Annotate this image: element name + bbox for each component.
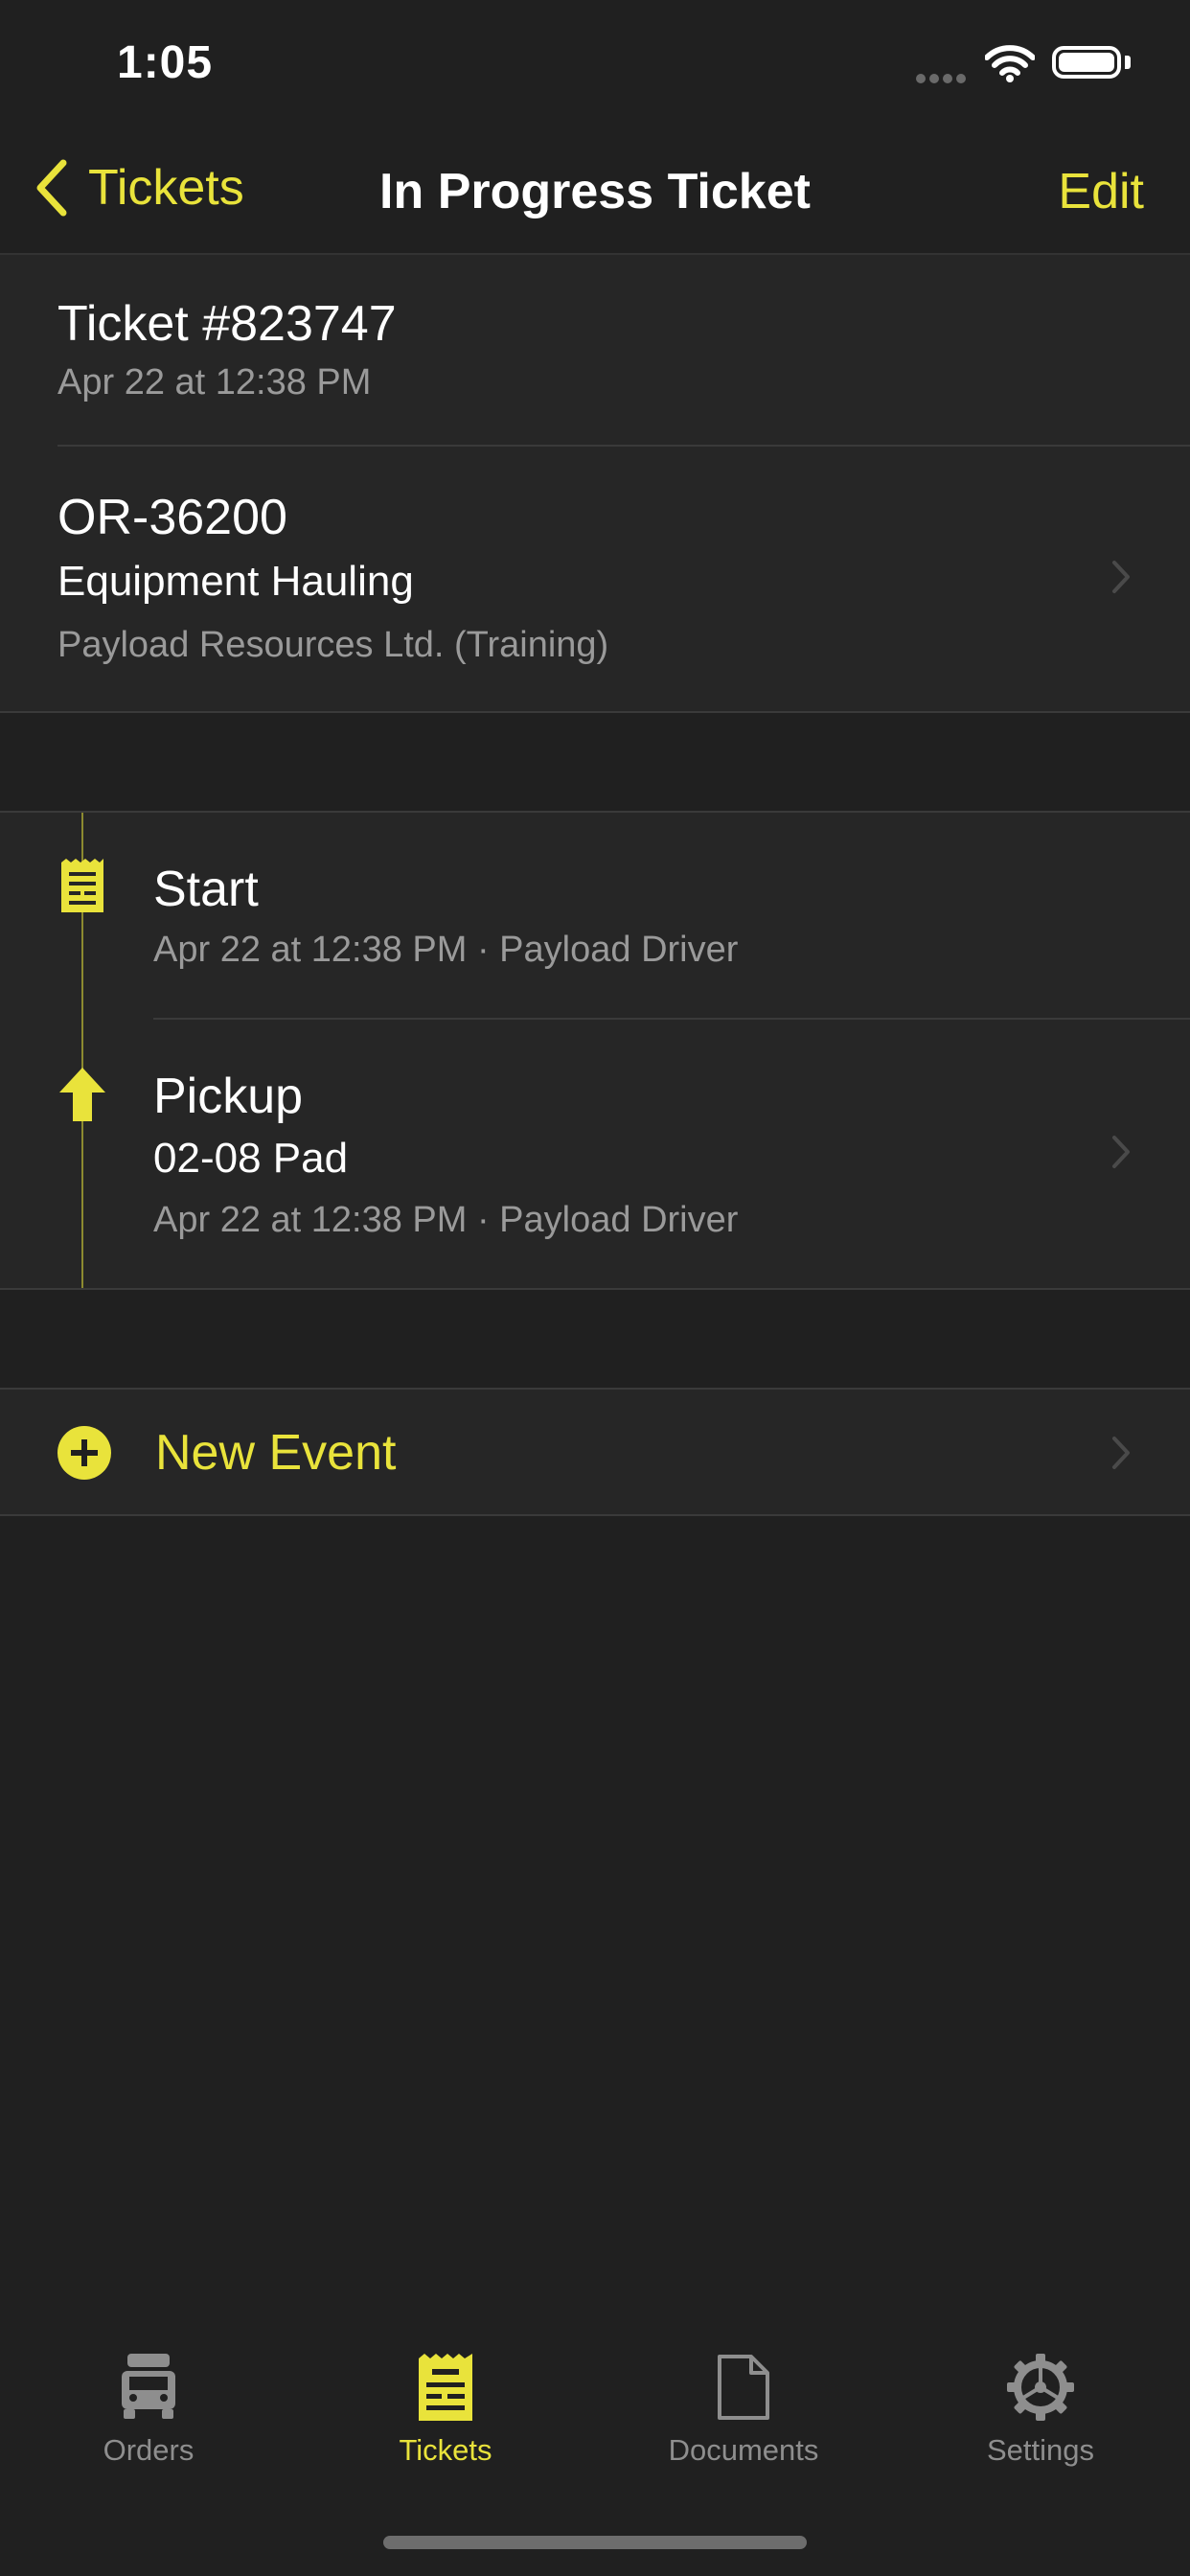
wifi-icon [984,44,1036,87]
ticket-icon [61,859,103,912]
tab-label: Tickets [399,2433,492,2467]
tab-label: Orders [103,2433,195,2467]
section-divider [0,1514,1190,1516]
order-row[interactable]: OR-36200 Equipment Hauling Payload Resou… [0,447,1190,711]
event-row-start[interactable]: Start Apr 22 at 12:38 PM · Payload Drive… [0,813,1190,1020]
order-company: Payload Resources Ltd. (Training) [57,625,609,665]
arrow-up-icon [59,1068,105,1121]
tab-label: Documents [668,2433,819,2467]
event-name: Pickup [153,1069,304,1124]
status-time: 1:05 [117,37,214,88]
event-detail: Apr 22 at 12:38 PM · Payload Driver [153,1200,739,1240]
event-row-pickup[interactable]: Pickup 02-08 Pad Apr 22 at 12:38 PM · Pa… [0,1020,1190,1288]
document-icon [718,2355,769,2420]
new-event-button[interactable]: New Event [0,1390,1190,1514]
tab-tickets[interactable]: Tickets [331,2354,561,2468]
ticket-number: Ticket #823747 [57,296,397,352]
tab-label: Settings [986,2433,1094,2467]
tab-documents[interactable]: Documents [629,2354,858,2468]
ticket-icon [419,2354,472,2421]
order-id: OR-36200 [57,490,287,545]
chevron-right-icon [1112,561,1130,593]
plus-circle-icon [57,1426,111,1480]
ticket-date: Apr 22 at 12:38 PM [57,362,372,402]
order-service: Equipment Hauling [57,558,414,605]
edit-button[interactable]: Edit [1058,163,1144,220]
event-location: 02-08 Pad [153,1135,349,1182]
tab-orders[interactable]: Orders [34,2354,263,2468]
chevron-right-icon [1112,1136,1130,1168]
truck-icon [122,2354,175,2419]
cellular-signal-icon [916,71,970,83]
tab-settings[interactable]: Settings [926,2354,1156,2468]
section-divider [0,1288,1190,1290]
section-divider [0,711,1190,713]
events-section: Start Apr 22 at 12:38 PM · Payload Drive… [0,813,1190,1288]
battery-icon [1052,46,1121,79]
chevron-right-icon [1112,1437,1130,1469]
home-indicator [383,2536,807,2549]
new-event-label: New Event [155,1425,397,1481]
event-name: Start [153,862,259,917]
gear-icon [1007,2354,1074,2421]
page-title: In Progress Ticket [379,164,811,219]
ticket-info-section: Ticket #823747 Apr 22 at 12:38 PM OR-362… [0,255,1190,711]
event-detail: Apr 22 at 12:38 PM · Payload Driver [153,930,739,970]
battery-cap [1125,56,1131,69]
